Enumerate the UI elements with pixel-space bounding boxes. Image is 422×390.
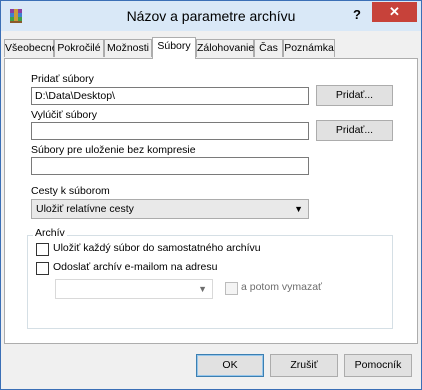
add-files-label: Pridať súbory (31, 73, 94, 85)
exclude-files-button[interactable]: Pridať... (316, 120, 393, 141)
paths-label: Cesty k súborom (31, 185, 110, 197)
exclude-files-label: Vylúčiť súbory (31, 109, 97, 121)
tab-options[interactable]: Možnosti (104, 39, 152, 57)
delete-after-label: a potom vymazať (241, 281, 322, 293)
tab-backup[interactable]: Zálohovanie (196, 39, 254, 57)
close-icon[interactable]: ✕ (372, 2, 417, 22)
archive-group-label: Archív (33, 227, 67, 239)
separate-archive-label: Uložiť každý súbor do samostatného archí… (53, 242, 261, 254)
tab-advanced[interactable]: Pokročilé (54, 39, 104, 57)
help-button[interactable]: Pomocník (344, 354, 412, 377)
files-tab-panel: Pridať súbory D:\Data\Desktop\ Pridať...… (4, 58, 418, 344)
add-files-input[interactable]: D:\Data\Desktop\ (31, 87, 309, 105)
no-compress-input[interactable] (31, 157, 309, 175)
tab-strip: Všeobecné Pokročilé Možnosti Súbory Zálo… (4, 37, 418, 59)
tab-comment[interactable]: Poznámka (283, 39, 335, 57)
chevron-down-icon: ▼ (294, 204, 303, 214)
no-compress-label: Súbory pre uloženie bez kompresie (31, 144, 196, 156)
exclude-files-input[interactable] (31, 122, 309, 140)
tab-time[interactable]: Čas (254, 39, 283, 57)
add-files-button[interactable]: Pridať... (316, 85, 393, 106)
tab-files[interactable]: Súbory (152, 37, 196, 59)
email-archive-label: Odoslať archív e-mailom na adresu (53, 261, 218, 273)
title-bar[interactable]: Názov a parametre archívu ? ✕ (1, 1, 421, 31)
email-address-select[interactable]: ▼ (55, 279, 213, 299)
help-icon[interactable]: ? (347, 5, 367, 25)
paths-select-value: Uložiť relatívne cesty (36, 203, 134, 215)
ok-button[interactable]: OK (196, 354, 264, 377)
email-archive-checkbox[interactable] (36, 262, 49, 275)
delete-after-checkbox[interactable] (225, 282, 238, 295)
cancel-button[interactable]: Zrušiť (270, 354, 338, 377)
chevron-down-icon: ▼ (198, 284, 207, 294)
paths-select[interactable]: Uložiť relatívne cesty ▼ (31, 199, 309, 219)
dialog-window: Názov a parametre archívu ? ✕ Všeobecné … (0, 0, 422, 390)
separate-archive-checkbox[interactable] (36, 243, 49, 256)
tab-general[interactable]: Všeobecné (4, 39, 58, 57)
